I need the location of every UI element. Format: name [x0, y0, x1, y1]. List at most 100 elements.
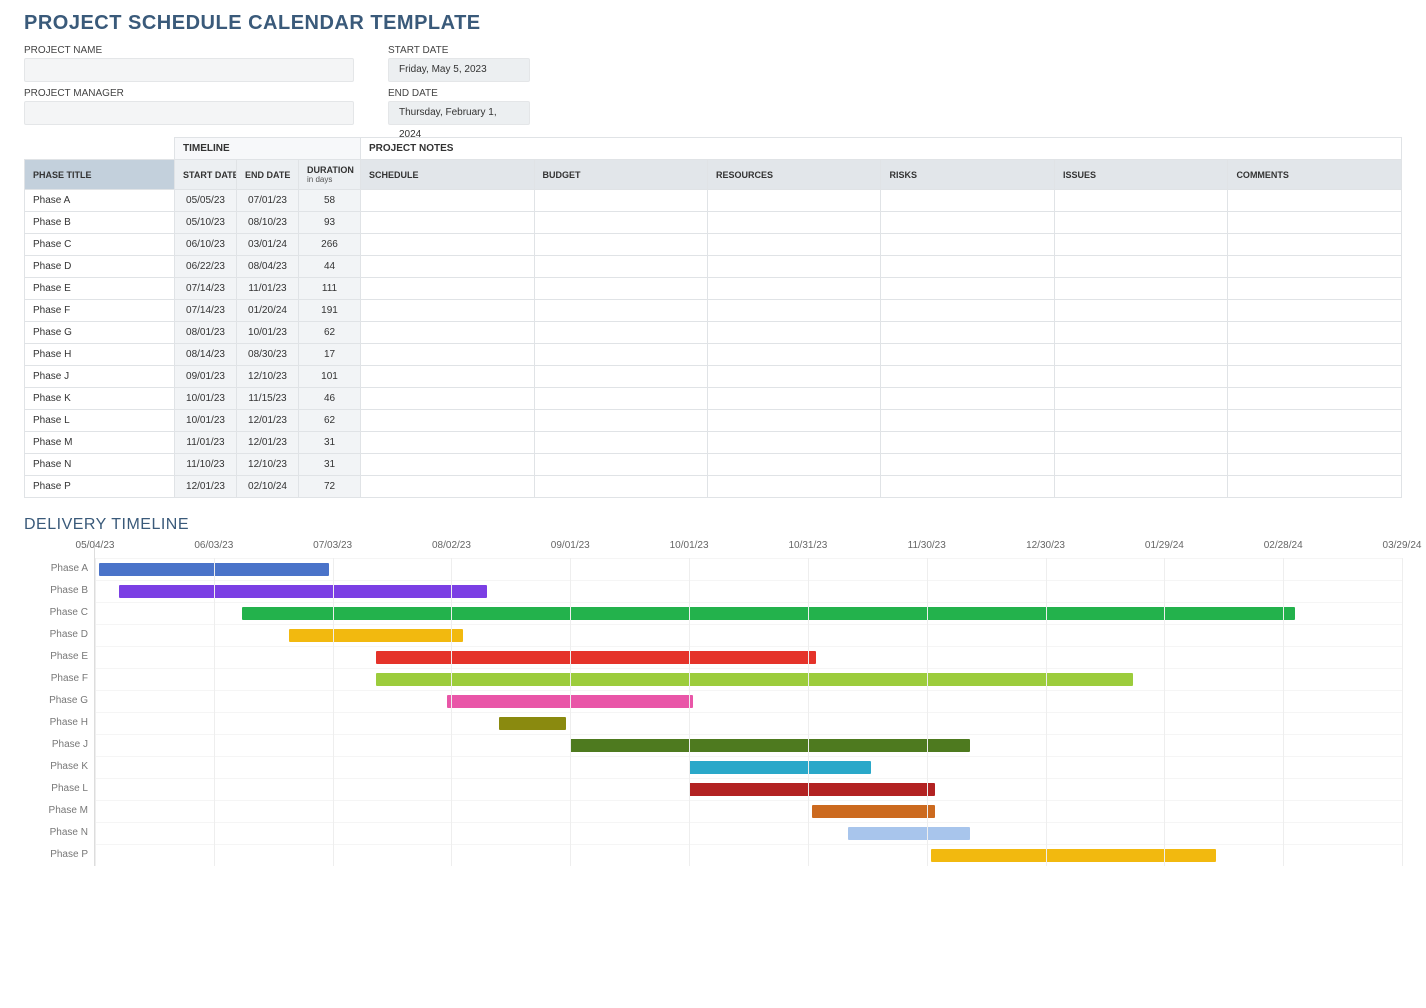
cell-issues[interactable]	[1054, 344, 1227, 366]
cell-duration[interactable]: 46	[299, 388, 361, 410]
cell-phase-title[interactable]: Phase P	[25, 476, 175, 498]
cell-end-date[interactable]: 01/20/24	[237, 300, 299, 322]
cell-budget[interactable]	[534, 476, 707, 498]
cell-schedule[interactable]	[361, 278, 534, 300]
cell-resources[interactable]	[707, 234, 880, 256]
end-date-value[interactable]: Thursday, February 1, 2024	[388, 101, 530, 125]
cell-end-date[interactable]: 12/01/23	[237, 432, 299, 454]
cell-schedule[interactable]	[361, 344, 534, 366]
cell-duration[interactable]: 72	[299, 476, 361, 498]
cell-budget[interactable]	[534, 322, 707, 344]
cell-start-date[interactable]: 06/22/23	[175, 256, 237, 278]
cell-resources[interactable]	[707, 212, 880, 234]
cell-budget[interactable]	[534, 410, 707, 432]
cell-end-date[interactable]: 02/10/24	[237, 476, 299, 498]
cell-schedule[interactable]	[361, 410, 534, 432]
gantt-bar[interactable]	[931, 849, 1216, 862]
cell-comments[interactable]	[1228, 432, 1402, 454]
cell-comments[interactable]	[1228, 190, 1402, 212]
cell-end-date[interactable]: 11/15/23	[237, 388, 299, 410]
cell-issues[interactable]	[1054, 212, 1227, 234]
cell-resources[interactable]	[707, 322, 880, 344]
cell-comments[interactable]	[1228, 454, 1402, 476]
cell-end-date[interactable]: 12/01/23	[237, 410, 299, 432]
cell-end-date[interactable]: 12/10/23	[237, 366, 299, 388]
cell-start-date[interactable]: 05/10/23	[175, 212, 237, 234]
project-name-input[interactable]	[24, 58, 354, 82]
cell-risks[interactable]	[881, 388, 1054, 410]
cell-issues[interactable]	[1054, 234, 1227, 256]
cell-duration[interactable]: 191	[299, 300, 361, 322]
cell-resources[interactable]	[707, 476, 880, 498]
cell-start-date[interactable]: 07/14/23	[175, 300, 237, 322]
cell-duration[interactable]: 62	[299, 410, 361, 432]
cell-phase-title[interactable]: Phase E	[25, 278, 175, 300]
cell-comments[interactable]	[1228, 366, 1402, 388]
cell-schedule[interactable]	[361, 454, 534, 476]
cell-risks[interactable]	[881, 344, 1054, 366]
cell-schedule[interactable]	[361, 190, 534, 212]
cell-resources[interactable]	[707, 278, 880, 300]
cell-comments[interactable]	[1228, 388, 1402, 410]
table-row[interactable]: Phase J09/01/2312/10/23101	[25, 366, 1402, 388]
cell-risks[interactable]	[881, 410, 1054, 432]
cell-issues[interactable]	[1054, 322, 1227, 344]
cell-schedule[interactable]	[361, 366, 534, 388]
cell-duration[interactable]: 58	[299, 190, 361, 212]
cell-issues[interactable]	[1054, 300, 1227, 322]
cell-phase-title[interactable]: Phase F	[25, 300, 175, 322]
cell-schedule[interactable]	[361, 388, 534, 410]
cell-budget[interactable]	[534, 190, 707, 212]
cell-risks[interactable]	[881, 366, 1054, 388]
table-row[interactable]: Phase D06/22/2308/04/2344	[25, 256, 1402, 278]
cell-start-date[interactable]: 06/10/23	[175, 234, 237, 256]
gantt-bar[interactable]	[812, 805, 935, 818]
cell-duration[interactable]: 44	[299, 256, 361, 278]
cell-budget[interactable]	[534, 344, 707, 366]
cell-duration[interactable]: 111	[299, 278, 361, 300]
cell-risks[interactable]	[881, 454, 1054, 476]
cell-resources[interactable]	[707, 256, 880, 278]
table-row[interactable]: Phase E07/14/2311/01/23111	[25, 278, 1402, 300]
cell-issues[interactable]	[1054, 366, 1227, 388]
cell-duration[interactable]: 93	[299, 212, 361, 234]
cell-end-date[interactable]: 07/01/23	[237, 190, 299, 212]
cell-resources[interactable]	[707, 432, 880, 454]
cell-end-date[interactable]: 08/30/23	[237, 344, 299, 366]
cell-duration[interactable]: 31	[299, 454, 361, 476]
cell-issues[interactable]	[1054, 410, 1227, 432]
gantt-bar[interactable]	[119, 585, 487, 598]
cell-schedule[interactable]	[361, 432, 534, 454]
cell-phase-title[interactable]: Phase K	[25, 388, 175, 410]
cell-budget[interactable]	[534, 366, 707, 388]
cell-start-date[interactable]: 09/01/23	[175, 366, 237, 388]
cell-phase-title[interactable]: Phase N	[25, 454, 175, 476]
cell-issues[interactable]	[1054, 454, 1227, 476]
cell-end-date[interactable]: 10/01/23	[237, 322, 299, 344]
cell-comments[interactable]	[1228, 256, 1402, 278]
cell-start-date[interactable]: 10/01/23	[175, 410, 237, 432]
cell-risks[interactable]	[881, 234, 1054, 256]
cell-resources[interactable]	[707, 410, 880, 432]
gantt-bar[interactable]	[570, 739, 970, 752]
cell-risks[interactable]	[881, 190, 1054, 212]
gantt-bar[interactable]	[289, 629, 463, 642]
cell-end-date[interactable]: 08/04/23	[237, 256, 299, 278]
cell-end-date[interactable]: 11/01/23	[237, 278, 299, 300]
gantt-bar[interactable]	[848, 827, 971, 840]
table-row[interactable]: Phase P12/01/2302/10/2472	[25, 476, 1402, 498]
cell-budget[interactable]	[534, 212, 707, 234]
cell-phase-title[interactable]: Phase G	[25, 322, 175, 344]
cell-resources[interactable]	[707, 344, 880, 366]
cell-risks[interactable]	[881, 476, 1054, 498]
cell-comments[interactable]	[1228, 212, 1402, 234]
cell-start-date[interactable]: 11/01/23	[175, 432, 237, 454]
cell-duration[interactable]: 17	[299, 344, 361, 366]
cell-comments[interactable]	[1228, 344, 1402, 366]
cell-comments[interactable]	[1228, 300, 1402, 322]
cell-resources[interactable]	[707, 190, 880, 212]
cell-risks[interactable]	[881, 432, 1054, 454]
table-row[interactable]: Phase G08/01/2310/01/2362	[25, 322, 1402, 344]
cell-comments[interactable]	[1228, 476, 1402, 498]
cell-start-date[interactable]: 10/01/23	[175, 388, 237, 410]
